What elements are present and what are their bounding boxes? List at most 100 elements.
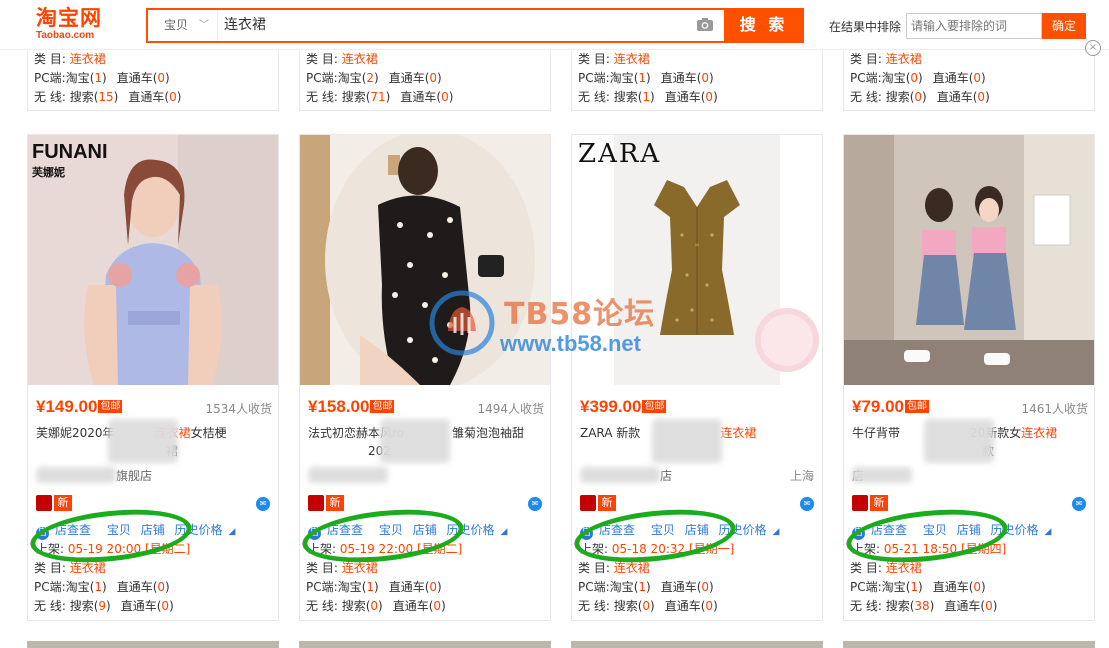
triangle-icon: ◢: [228, 527, 236, 537]
wangwang-chat-icon[interactable]: ✉: [800, 497, 814, 511]
tool-item[interactable]: 宝贝: [651, 523, 675, 537]
category-link[interactable]: 连衣裙: [614, 52, 650, 66]
exclude-input[interactable]: [906, 13, 1042, 39]
product-card-partial[interactable]: 类 目: 连衣裙 PC端:淘宝(1) 直通车(0) 无 线: 搜索(1) 直通车(0…: [571, 40, 823, 111]
product-card[interactable]: ¥79.00包邮 1461人收货 牛仔背带20新款女连衣裙款 店 新 ✉ 店店查…: [843, 134, 1095, 621]
category-link[interactable]: 连衣裙: [342, 52, 378, 66]
product-card[interactable]: ¥158.00包邮 1494人收货 法式初恋赫本风ro雏菊泡泡袖甜202 新 ✉…: [299, 134, 551, 621]
tool-history-price[interactable]: 历史价格: [991, 523, 1039, 537]
tool-shop-check[interactable]: 店店查查: [308, 523, 369, 540]
mobile-stats-line: 无 线: 搜索(9) 直通车(0): [34, 599, 174, 613]
privacy-blur: [852, 467, 912, 483]
new-badge: 新: [326, 495, 344, 511]
privacy-blur: [308, 467, 388, 483]
privacy-blur: [108, 419, 178, 463]
next-row-image[interactable]: [27, 641, 279, 648]
search-category-select[interactable]: 宝贝 ﹀: [148, 10, 218, 41]
location: 上海: [789, 469, 814, 483]
free-shipping-badge: 包邮: [370, 400, 395, 413]
product-image-frame[interactable]: FUNANI 芙娜妮: [28, 135, 278, 385]
tool-history-price[interactable]: 历史价格: [175, 523, 223, 537]
shelf-date: 05-19 20:00 [星期二]: [67, 542, 191, 556]
tool-item[interactable]: 宝贝: [923, 523, 947, 537]
product-image: [844, 135, 1094, 385]
tool-item[interactable]: 宝贝: [379, 523, 403, 537]
tool-shop-check[interactable]: 店店查查: [852, 523, 913, 540]
free-shipping-badge: 包邮: [905, 400, 929, 413]
tool-links: 店店查查 宝贝 店铺 历史价格 ◢: [36, 521, 276, 540]
product-card-partial[interactable]: 类 目: 连衣裙 PC端:淘宝(2) 直通车(0) 无 线: 搜索(71) 直通车(…: [299, 40, 551, 111]
store-icon: 店: [308, 527, 321, 540]
new-badge: 新: [598, 495, 616, 511]
price-row: ¥149.00 包邮 1534人收货: [36, 397, 272, 419]
next-row-image[interactable]: [843, 641, 1095, 648]
tool-store[interactable]: 店铺: [957, 523, 981, 537]
badge-row: 新 ✉: [36, 495, 272, 513]
tool-store[interactable]: 店铺: [685, 523, 709, 537]
pc-stats-line: PC端:淘宝(1) 直通车(0): [578, 580, 714, 594]
tool-shop-check[interactable]: 店店查查: [36, 523, 97, 540]
tool-store[interactable]: 店铺: [413, 523, 437, 537]
taobao-logo[interactable]: 淘宝网 Taobao.com: [36, 6, 120, 44]
top-bar: 淘宝网 Taobao.com 宝贝 ﹀ 搜 索 在结果中排除 确定 ×: [0, 0, 1109, 56]
pc-stats-line: PC端:淘宝(1) 直通车(0): [34, 71, 170, 85]
category-line: 类 目: 连衣裙: [34, 52, 106, 66]
search-button[interactable]: 搜 索: [724, 8, 804, 43]
new-badge: 新: [870, 495, 888, 511]
price: ¥79.00: [852, 397, 904, 416]
category-line: 类 目: 连衣裙: [850, 561, 922, 575]
price-row: ¥158.00 包邮 1494人收货: [308, 397, 544, 419]
product-card-partial[interactable]: 类 目: 连衣裙 PC端:淘宝(0) 直通车(0) 无 线: 搜索(0) 直通车(0…: [843, 40, 1095, 111]
close-icon[interactable]: ×: [1085, 40, 1101, 56]
wangwang-chat-icon[interactable]: ✉: [528, 497, 542, 511]
search-category-label: 宝贝: [164, 18, 189, 32]
tool-history-price[interactable]: 历史价格: [447, 523, 495, 537]
product-card-partial[interactable]: 类 目: 连衣裙 PC端:淘宝(1) 直通车(0) 无 线: 搜索(15) 直通车(…: [27, 40, 279, 111]
store-icon: 店: [852, 527, 865, 540]
item-stats: 类 目: 连衣裙 PC端:淘宝(1) 直通车(0) 无 线: 搜索(0) 直通车(0…: [300, 559, 550, 616]
exclude-label: 在结果中排除: [829, 20, 902, 34]
next-row-image[interactable]: [571, 641, 823, 648]
shop-name[interactable]: 店: [660, 469, 672, 483]
wangwang-chat-icon[interactable]: ✉: [256, 497, 270, 511]
category-link[interactable]: 连衣裙: [614, 561, 650, 575]
category-link[interactable]: 连衣裙: [70, 561, 106, 575]
category-link[interactable]: 连衣裙: [886, 52, 922, 66]
sales-count: 1534人收货: [205, 402, 272, 416]
tmall-icon: [36, 495, 52, 511]
chevron-down-icon: ﹀: [199, 20, 209, 31]
mobile-stats-line: 无 线: 搜索(71) 直通车(0): [306, 90, 454, 104]
category-link[interactable]: 连衣裙: [70, 52, 106, 66]
privacy-blur: [652, 419, 722, 463]
price: ¥158.00: [308, 397, 370, 416]
product-image-frame[interactable]: [844, 135, 1094, 385]
tool-item[interactable]: 宝贝: [107, 523, 131, 537]
sales-count: 1494人收货: [477, 402, 544, 416]
shop-name[interactable]: 旗舰店: [116, 469, 152, 483]
exclude-confirm-button[interactable]: 确定: [1042, 13, 1086, 39]
tmall-icon: [308, 495, 324, 511]
category-link[interactable]: 连衣裙: [886, 561, 922, 575]
tool-shop-check[interactable]: 店店查查: [580, 523, 641, 540]
category-line: 类 目: 连衣裙: [34, 561, 106, 575]
tool-history-price[interactable]: 历史价格: [719, 523, 767, 537]
brand-label: ZARA: [578, 139, 662, 169]
camera-icon[interactable]: [696, 17, 714, 32]
product-image-frame[interactable]: ZARA: [572, 135, 822, 385]
pc-stats-line: PC端:淘宝(1) 直通车(0): [850, 580, 986, 594]
product-card[interactable]: FUNANI 芙娜妮 ¥149.00包邮 1534人收货 芙娜妮2020年连衣裙…: [27, 134, 279, 621]
pc-stats-line: PC端:淘宝(1) 直通车(0): [306, 580, 442, 594]
product-image-frame[interactable]: [300, 135, 550, 385]
sales-count: 1461人收货: [1021, 402, 1088, 416]
search-input[interactable]: [224, 10, 694, 41]
privacy-blur: [580, 467, 660, 483]
product-image: [300, 135, 550, 385]
category-link[interactable]: 连衣裙: [342, 561, 378, 575]
next-row-image[interactable]: [299, 641, 551, 648]
wangwang-chat-icon[interactable]: ✉: [1072, 497, 1086, 511]
brand-label: FUNANI 芙娜妮: [32, 141, 108, 179]
shelf-date: 05-21 18:50 [星期四]: [883, 542, 1007, 556]
tool-store[interactable]: 店铺: [141, 523, 165, 537]
product-card[interactable]: ZARA ¥399.00 包邮 ZARA 新款 连衣裙 店 上海 新 ✉ 店店查查 …: [571, 134, 823, 621]
pc-stats-line: PC端:淘宝(0) 直通车(0): [850, 71, 986, 85]
